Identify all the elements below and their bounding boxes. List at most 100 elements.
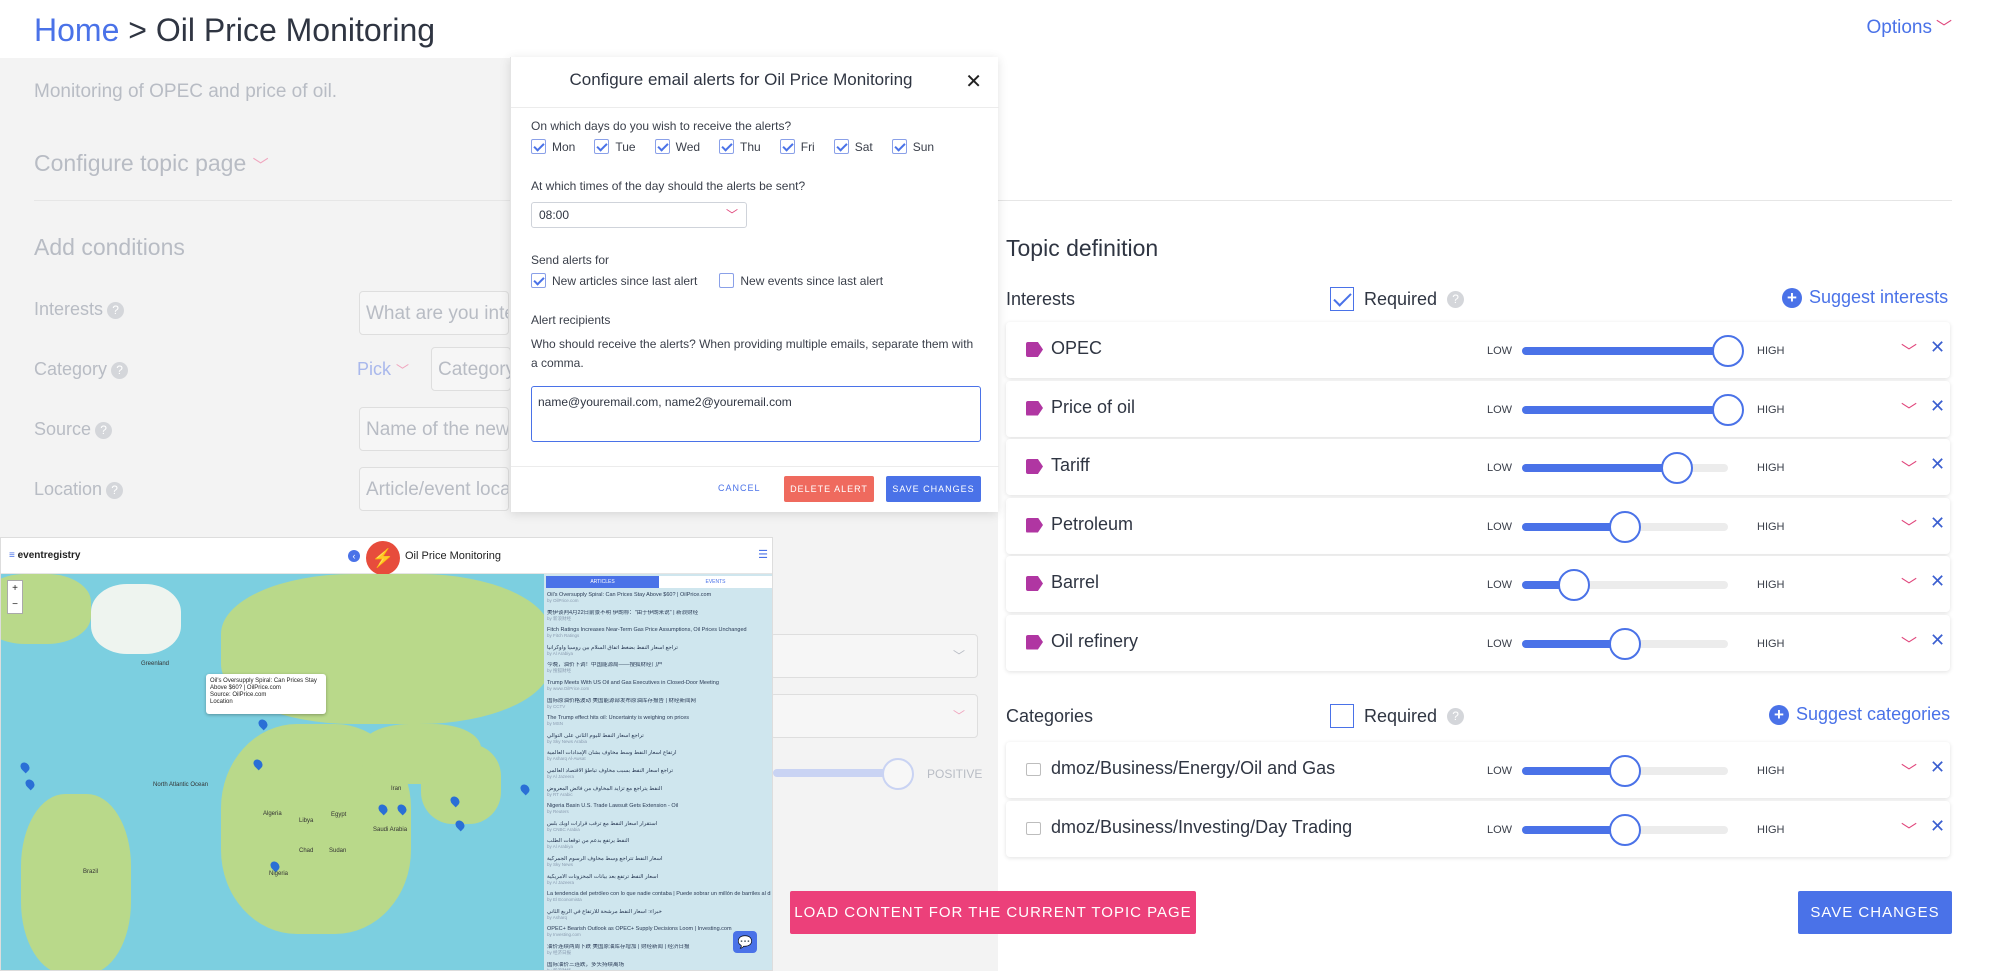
feed-article[interactable]: تراجع أسعار النفط بضغط اتفاق السلام بين …	[547, 645, 771, 657]
feed-article[interactable]: The Trump effect hits oil: Uncertainty i…	[547, 715, 771, 727]
feed-article[interactable]: Nigeria Basin U.S. Trade Lawsuit Gets Ex…	[547, 803, 771, 815]
day-option-mon[interactable]: Mon	[531, 139, 575, 154]
feed-article[interactable]: تراجع أسعار النفط بسبب مخاوف تباطؤ الاقت…	[547, 768, 771, 780]
chevron-down-icon[interactable]: ﹀	[1901, 758, 1917, 782]
map-popup[interactable]: Oil's Oversupply Spiral: Can Prices Stay…	[206, 674, 326, 714]
sentiment-slider-track[interactable]	[773, 769, 898, 777]
day-option-thu[interactable]: Thu	[719, 139, 761, 154]
day-checkbox[interactable]	[833, 139, 849, 154]
help-icon[interactable]: ?	[107, 301, 125, 319]
weight-slider-knob[interactable]	[1557, 569, 1590, 601]
feed-article[interactable]: 今晚，油价下调！中国能源局——搜狐财经门户 by 搜狐财经	[547, 662, 771, 674]
configure-topic-toggle[interactable]: Configure topic page ﹀	[34, 150, 269, 177]
world-map[interactable]: + − Oil's Oversupply Spiral: Can Prices S…	[1, 574, 544, 970]
day-checkbox[interactable]	[594, 139, 610, 154]
day-option-fri[interactable]: Fri	[779, 139, 815, 154]
interests-input[interactable]: What are you inte	[359, 291, 509, 335]
tab-articles[interactable]: ARTICLES	[546, 576, 659, 588]
weight-slider[interactable]	[1522, 813, 1728, 846]
new-articles-option[interactable]: New articles since last alert	[531, 273, 697, 288]
feed-article[interactable]: أسعار النفط تتراجع وسط مخاوف الرسوم الجم…	[547, 856, 771, 868]
weight-slider[interactable]	[1522, 335, 1744, 367]
new-articles-checkbox[interactable]	[531, 273, 546, 288]
feed-article[interactable]: Oil's Oversupply Spiral: Can Prices Stay…	[547, 592, 771, 604]
feed-article[interactable]: تراجع أسعار النفط لليوم الثاني على التوا…	[547, 733, 771, 745]
time-select[interactable]: 08:00 ﹀	[531, 202, 747, 228]
weight-slider[interactable]	[1522, 510, 1728, 543]
save-changes-button[interactable]: SAVE CHANGES	[1798, 891, 1952, 934]
feed-article[interactable]: Trump Meets With US Oil and Gas Executiv…	[547, 680, 771, 692]
source-input[interactable]: Name of the news	[359, 407, 509, 451]
remove-icon[interactable]: ✕	[1930, 454, 1945, 475]
feed-article[interactable]: Fitch Ratings Increases Near-Term Gas Pr…	[547, 627, 771, 639]
remove-icon[interactable]: ✕	[1930, 571, 1945, 592]
chat-icon[interactable]: 💬	[733, 931, 757, 953]
sentiment-slider-knob[interactable]	[882, 758, 914, 790]
close-icon[interactable]: ✕	[965, 69, 982, 94]
remove-icon[interactable]: ✕	[1930, 513, 1945, 534]
chevron-down-icon[interactable]: ﹀	[1901, 397, 1917, 421]
map-pin-icon[interactable]	[256, 717, 270, 731]
remove-icon[interactable]: ✕	[1930, 816, 1945, 837]
chevron-down-icon[interactable]: ﹀	[1901, 455, 1917, 479]
weight-slider[interactable]	[1522, 627, 1728, 660]
weight-slider-knob[interactable]	[1609, 627, 1641, 660]
feed-article[interactable]: 国际油价三连跌，多头持续离场 by 新浪财经	[547, 962, 771, 970]
help-icon[interactable]: ?	[1447, 707, 1465, 725]
weight-slider[interactable]	[1522, 569, 1728, 601]
weight-slider[interactable]	[1522, 393, 1744, 426]
chevron-down-icon[interactable]: ﹀	[1901, 338, 1917, 362]
recipients-textarea[interactable]: name@youremail.com, name2@youremail.com	[531, 386, 981, 442]
feed-article[interactable]: 国际原油价格波动 美国能源部发布原油库存报告 | 财经新闻网 by CCTV	[547, 698, 771, 710]
feed-article[interactable]: النفط يتراجع مع تزايد المخاوف من فائض ال…	[547, 786, 771, 798]
day-checkbox[interactable]	[531, 139, 546, 154]
help-icon[interactable]: ?	[106, 481, 124, 499]
day-checkbox[interactable]	[779, 139, 795, 154]
back-icon[interactable]: ‹	[348, 550, 360, 562]
weight-slider-knob[interactable]	[1660, 452, 1693, 484]
weight-slider-knob[interactable]	[1609, 755, 1641, 787]
day-option-wed[interactable]: Wed	[654, 139, 700, 154]
new-events-checkbox[interactable]	[719, 273, 735, 288]
help-icon[interactable]: ?	[95, 421, 113, 439]
day-checkbox[interactable]	[719, 139, 735, 154]
tab-events[interactable]: EVENTS	[659, 576, 772, 588]
weight-slider-knob[interactable]	[1712, 335, 1744, 367]
map-pin-icon[interactable]	[518, 782, 532, 796]
condition-select[interactable]: ﹀	[770, 634, 978, 678]
feed-article[interactable]: استقرار أسعار النفط مع ترقب قرارات أوبك …	[547, 821, 771, 833]
cancel-button[interactable]: CANCEL	[718, 477, 761, 499]
modal-save-button[interactable]: SAVE CHANGES	[886, 476, 981, 502]
menu-icon[interactable]: ☰	[758, 548, 768, 561]
day-checkbox[interactable]	[891, 139, 907, 154]
weight-slider-knob[interactable]	[1609, 813, 1641, 846]
chevron-down-icon[interactable]: ﹀	[1901, 631, 1917, 655]
breadcrumb-home-link[interactable]: Home	[34, 12, 119, 48]
day-option-tue[interactable]: Tue	[594, 139, 636, 154]
day-option-sat[interactable]: Sat	[833, 139, 873, 154]
feed-article[interactable]: 美伊谈判4月22日前景不明 伊朗称："由于伊朗来说" | 新浪财经 by 新浪财经	[547, 610, 771, 622]
chevron-down-icon[interactable]: ﹀	[1901, 572, 1917, 596]
remove-icon[interactable]: ✕	[1930, 396, 1945, 417]
suggest-interests-button[interactable]: + Suggest interests	[1782, 287, 1948, 308]
remove-icon[interactable]: ✕	[1930, 337, 1945, 358]
load-content-button[interactable]: LOAD CONTENT FOR THE CURRENT TOPIC PAGE	[790, 891, 1196, 934]
feed-article[interactable]: خبراء: أسعار النفط مرشحة للارتفاع في الر…	[547, 909, 771, 921]
weight-slider[interactable]	[1522, 452, 1728, 484]
options-menu[interactable]: Options ﹀	[1867, 14, 1953, 39]
new-events-option[interactable]: New events since last alert	[719, 273, 883, 288]
feed-article[interactable]: النفط يرتفع بدعم من توقعات الطلب by Al Ar…	[547, 838, 771, 850]
feed-article[interactable]: أسعار النفط ترتفع بعد بيانات المخزونات ا…	[547, 874, 771, 886]
suggest-categories-button[interactable]: + Suggest categories	[1769, 704, 1950, 725]
help-icon[interactable]: ?	[111, 361, 129, 379]
help-icon[interactable]: ?	[1447, 290, 1465, 308]
feed-article[interactable]: ارتفاع أسعار النفط وسط مخاوف بشأن الإمدا…	[547, 750, 771, 762]
category-input[interactable]: Category	[431, 347, 511, 391]
chevron-down-icon[interactable]: ﹀	[1901, 817, 1917, 841]
map-pin-icon[interactable]	[18, 760, 32, 774]
chevron-down-icon[interactable]: ﹀	[1901, 514, 1917, 538]
weight-slider[interactable]	[1522, 755, 1728, 787]
remove-icon[interactable]: ✕	[1930, 630, 1945, 651]
condition-select[interactable]: ﹀	[770, 694, 978, 738]
map-pin-icon[interactable]	[23, 777, 37, 791]
